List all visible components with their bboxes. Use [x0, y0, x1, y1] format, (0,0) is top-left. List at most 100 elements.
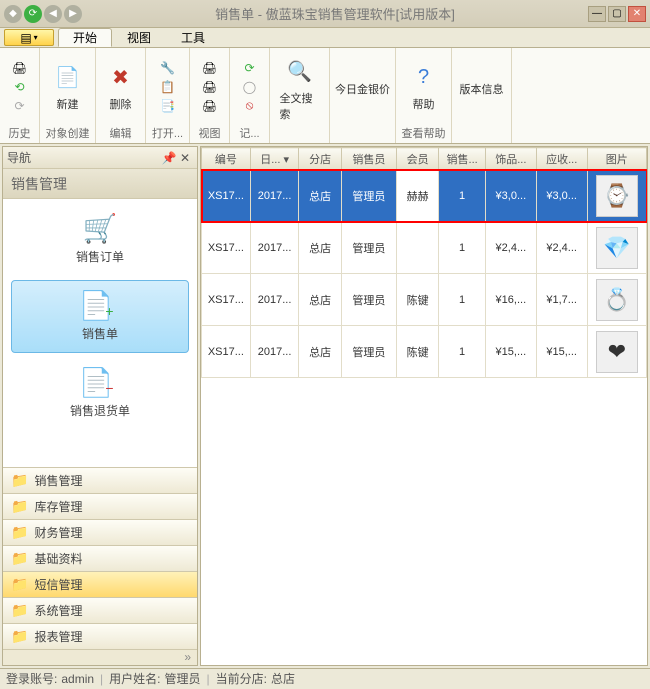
table-cell: 1	[439, 274, 486, 326]
search-button[interactable]: 🔍全文搜索	[278, 54, 322, 124]
minimize-button[interactable]: ―	[588, 6, 606, 22]
table-cell: XS17...	[202, 222, 251, 274]
nav-card-2[interactable]: 📄−销售退货单	[11, 357, 189, 430]
tab-bar: ▤▾ 开始 视图 工具	[0, 28, 650, 48]
table-cell: 总店	[299, 170, 341, 222]
table-row[interactable]: XS17...2017...总店管理员赫赫1¥3,0...¥3,0...⌚	[202, 170, 647, 222]
delete-button[interactable]: ✖删除	[99, 60, 143, 114]
status-acct-label: 登录账号:	[6, 670, 57, 687]
table-cell: 赫赫	[396, 170, 438, 222]
nav-close-icon[interactable]: ✕	[177, 150, 193, 166]
table-row[interactable]: XS17...2017...总店管理员陈键1¥15,...¥15,...❤	[202, 326, 647, 378]
nav-card-1[interactable]: 📄+ 销售单	[11, 280, 189, 353]
nav-section-title: 销售管理	[3, 169, 197, 199]
print2-icon[interactable]: 🖨	[202, 60, 218, 76]
ribbon-group-label	[480, 127, 483, 143]
price-button[interactable]: 今日金银价	[333, 79, 393, 99]
stop-icon[interactable]: ⦸	[242, 98, 258, 114]
print-icon[interactable]: 🖨	[12, 60, 28, 76]
tab-start[interactable]: 开始	[58, 28, 112, 47]
fwd-small-icon[interactable]: ⟳	[12, 98, 28, 114]
chevron-down-icon: ▾	[34, 33, 38, 42]
nav-title: 导航	[7, 149, 31, 166]
ribbon-group-label: 历史	[9, 123, 31, 143]
folder-icon: 📁	[11, 524, 28, 541]
table-cell: 1	[439, 170, 486, 222]
ribbon-group-label: 查看帮助	[402, 123, 446, 143]
table-cell: ¥16,...	[485, 274, 536, 326]
col-header[interactable]: 日... ▾	[250, 148, 299, 170]
ribbon-group-label: 编辑	[110, 123, 132, 143]
maximize-button[interactable]: ▢	[608, 6, 626, 22]
version-button[interactable]: 版本信息	[454, 79, 510, 99]
table-cell: 管理员	[341, 326, 396, 378]
table-cell: ¥15,...	[485, 326, 536, 378]
table-cell: 总店	[299, 274, 341, 326]
refresh-icon[interactable]: ⟳	[24, 5, 42, 23]
col-header[interactable]: 会员	[396, 148, 438, 170]
col-header[interactable]: 销售...	[439, 148, 486, 170]
fwd-icon[interactable]: ▶	[64, 5, 82, 23]
table-cell: ¥3,0...	[485, 170, 536, 222]
table-cell: 陈键	[396, 274, 438, 326]
print4-icon[interactable]: 🖨	[202, 98, 218, 114]
ribbon-group-label: 打开...	[152, 123, 183, 143]
folder-icon: 📁	[11, 576, 28, 593]
acc-item-4[interactable]: 📁短信管理	[3, 571, 197, 597]
card-label: 销售订单	[76, 248, 124, 265]
table-row[interactable]: XS17...2017...总店管理员陈键1¥16,...¥1,7...💍	[202, 274, 647, 326]
mark-icon[interactable]: ◯	[242, 79, 258, 95]
status-store-label: 当前分店:	[216, 670, 267, 687]
print3-icon[interactable]: 🖨	[202, 79, 218, 95]
help-icon: ?	[408, 62, 440, 94]
table-cell: 总店	[299, 222, 341, 274]
new-button[interactable]: 📄新建	[46, 60, 90, 114]
back-small-icon[interactable]: ⟲	[12, 79, 28, 95]
back-icon[interactable]: ◀	[44, 5, 62, 23]
tool-icon-2[interactable]: 📋	[160, 79, 176, 95]
file-menu-button[interactable]: ▤▾	[4, 29, 54, 46]
tab-view[interactable]: 视图	[112, 28, 166, 47]
refresh2-icon[interactable]: ⟳	[242, 60, 258, 76]
col-header[interactable]: 饰品...	[485, 148, 536, 170]
col-header[interactable]: 销售员	[341, 148, 396, 170]
new-icon: 📄	[52, 62, 84, 94]
tool-icon-3[interactable]: 📑	[160, 98, 176, 114]
accordion-expand[interactable]: »	[3, 649, 197, 665]
nav-card-0[interactable]: 🛒 销售订单	[11, 203, 189, 276]
acc-label: 财务管理	[34, 524, 82, 541]
table-cell: XS17...	[202, 326, 251, 378]
col-header[interactable]: 应收...	[536, 148, 587, 170]
close-button[interactable]: ✕	[628, 6, 646, 22]
acc-item-5[interactable]: 📁系统管理	[3, 597, 197, 623]
status-store-value: 总店	[271, 670, 295, 687]
col-header[interactable]: 编号	[202, 148, 251, 170]
acc-item-2[interactable]: 📁 财务管理	[3, 519, 197, 545]
ribbon: 🖨 ⟲ ⟳ 历史 📄新建 对象创建 ✖删除 编辑 🔧 📋 📑 打开... 🖨 🖨…	[0, 48, 650, 144]
card-label: 销售单	[82, 325, 118, 342]
table-cell: ¥3,0...	[536, 170, 587, 222]
pin-icon[interactable]: 📌	[161, 150, 177, 166]
window-title: 销售单 - 傲蓝珠宝销售管理软件[试用版本]	[82, 4, 588, 23]
table-cell: 2017...	[250, 326, 299, 378]
tab-tools[interactable]: 工具	[166, 28, 220, 47]
acc-item-6[interactable]: 📁报表管理	[3, 623, 197, 649]
thumbnail: 💍	[596, 279, 638, 321]
thumbnail-cell: 💎	[587, 222, 646, 274]
col-header[interactable]: 分店	[299, 148, 341, 170]
acc-item-3[interactable]: 📁基础资料	[3, 545, 197, 571]
tool-icon-1[interactable]: 🔧	[160, 60, 176, 76]
card-icon: 🛒	[79, 210, 121, 246]
thumbnail: 💎	[596, 227, 638, 269]
table-row[interactable]: XS17...2017...总店管理员1¥2,4...¥2,4...💎	[202, 222, 647, 274]
table-cell: 管理员	[341, 222, 396, 274]
ribbon-group-label	[298, 127, 301, 143]
card-icon: 📄+	[79, 287, 121, 323]
col-header[interactable]: 图片	[587, 148, 646, 170]
search-icon: 🔍	[284, 56, 316, 88]
data-grid[interactable]: 编号日... ▾分店销售员会员销售...饰品...应收...图片 XS17...…	[201, 147, 647, 378]
table-cell: 2017...	[250, 170, 299, 222]
acc-item-1[interactable]: 📁库存管理	[3, 493, 197, 519]
help-button[interactable]: ?帮助	[402, 60, 446, 114]
acc-item-0[interactable]: 📁销售管理	[3, 467, 197, 493]
